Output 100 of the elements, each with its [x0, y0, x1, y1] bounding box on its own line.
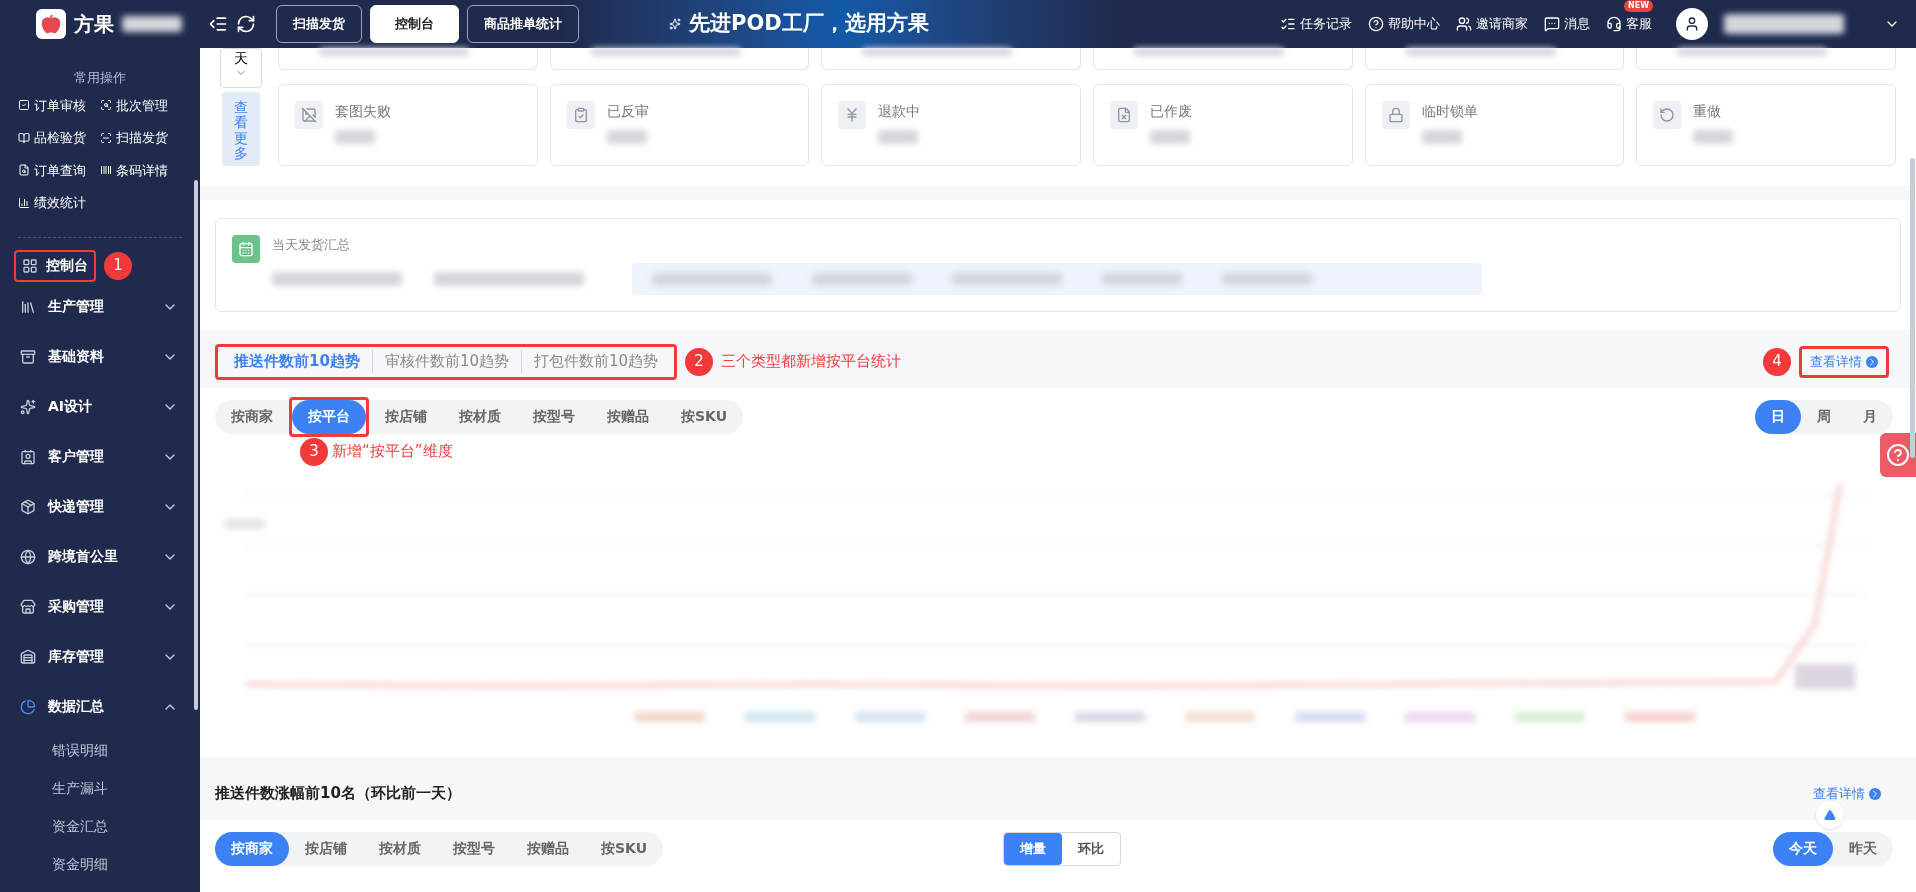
sidebar-item[interactable]: 客户管理 [0, 431, 200, 482]
quick-action[interactable]: 条码详情 [100, 160, 182, 180]
sidebar-item[interactable]: 跨境首公里 [0, 531, 200, 582]
logo-icon [36, 9, 66, 39]
sidebar-item[interactable]: AI设计 [0, 381, 200, 432]
quick-tab[interactable]: 扫描发货 [276, 5, 362, 43]
area-mark [1795, 663, 1855, 689]
header-action[interactable]: 帮助中心 [1368, 14, 1440, 34]
annotation-number: 1 [104, 251, 132, 280]
filter-tab[interactable]: 按商家 [215, 399, 289, 434]
grid-icon [22, 257, 38, 274]
annotation-number: 4 [1763, 347, 1791, 376]
quick-action[interactable]: 订单查询 [18, 160, 100, 180]
header-action[interactable]: 消息 [1544, 14, 1590, 34]
action-icon [100, 164, 112, 177]
status-icon [838, 101, 867, 129]
summary-icon [232, 235, 260, 263]
stat-card[interactable]: 套图失败 [278, 84, 538, 166]
summary-title: 当天发货汇总 [272, 236, 351, 254]
stat-card[interactable]: 重做 [1636, 84, 1896, 166]
quick-action[interactable]: 批次管理 [100, 95, 182, 115]
filter-tab[interactable]: 按材质 [363, 831, 437, 866]
filter-tab[interactable]: 按赠品 [511, 831, 585, 866]
status-icon [566, 101, 595, 129]
sparkle-icon [669, 18, 681, 30]
filter-tab[interactable]: 按SKU [585, 831, 664, 866]
section-title: 常用操作 [73, 69, 127, 87]
filter-tab[interactable]: 按商家 [215, 831, 289, 866]
filter-tab[interactable]: 月 [1847, 399, 1893, 434]
filter-tab[interactable]: 按材质 [443, 399, 517, 434]
quick-tab[interactable]: 商品推单统计 [467, 5, 579, 43]
filter-tab[interactable]: 今天 [1773, 831, 1833, 866]
legend-item [1625, 711, 1695, 722]
filter-tab[interactable]: 周 [1801, 399, 1847, 434]
annotation-number: 3 [300, 437, 328, 466]
quick-action[interactable]: 订单审核 [18, 95, 100, 115]
annotation-note: 三个类型都新增按平台统计 [721, 351, 902, 373]
submenu-item[interactable]: 错误明细 [0, 731, 108, 770]
blurred-value [122, 16, 182, 32]
quick-tab[interactable]: 控制台 [370, 5, 459, 43]
submenu-item[interactable]: 资金汇总 [0, 807, 108, 846]
stat-label: 重做 [1693, 102, 1723, 121]
sidebar-item[interactable]: 快递管理 [0, 481, 200, 532]
menu-icon [208, 14, 228, 34]
sidebar-item[interactable]: 控制台 [14, 249, 96, 282]
scroll-top-button[interactable] [1816, 801, 1844, 829]
submenu-item[interactable]: 生产漏斗 [0, 769, 108, 808]
quick-action[interactable]: 扫描发货 [100, 128, 182, 148]
submenu-item[interactable]: 资金明细 [0, 845, 108, 884]
quick-action[interactable]: 绩效统计 [18, 193, 100, 213]
action-icon [1544, 16, 1560, 32]
filter-tab[interactable]: 按型号 [437, 831, 511, 866]
stat-card[interactable]: 已反审 [549, 84, 810, 166]
action-icon [18, 131, 30, 144]
sidebar-item[interactable]: 生产管理 [0, 281, 200, 332]
stat-label: 退款中 [878, 102, 921, 121]
help-icon [1886, 443, 1910, 467]
filter-tab[interactable]: 昨天 [1833, 831, 1893, 866]
filter-tab[interactable]: 按型号 [517, 399, 591, 434]
quick-action[interactable]: 品检验货 [18, 128, 100, 148]
stat-card[interactable]: 临时锁单 [1364, 84, 1625, 166]
action-icon [18, 196, 30, 209]
stat-card[interactable]: 已作废 [1093, 84, 1353, 166]
sidebar-item[interactable]: 数据汇总 [0, 681, 200, 732]
header-action[interactable]: 任务记录 [1280, 14, 1352, 34]
legend-item [1515, 711, 1585, 722]
status-icon [1653, 101, 1682, 129]
legend-item [965, 711, 1035, 722]
action-icon [100, 131, 112, 144]
sidebar-item[interactable]: 库存管理 [0, 631, 200, 682]
filter-tab[interactable]: 按店铺 [289, 831, 363, 866]
legend-item [1185, 711, 1255, 722]
sidebar-item[interactable]: 采购管理 [0, 581, 200, 632]
stat-label: 已反审 [606, 102, 649, 121]
sidebar-item[interactable]: 基础资料 [0, 331, 200, 382]
help-tab[interactable] [1880, 433, 1916, 477]
action-icon [1368, 16, 1384, 32]
mode-toggle[interactable]: 增量 [1004, 832, 1063, 865]
view-details-link[interactable]: 查看详情 [1813, 783, 1881, 804]
blurred-value [1693, 130, 1734, 144]
filter-tab[interactable]: 按店铺 [369, 399, 443, 434]
filter-tab[interactable]: 按SKU [665, 399, 744, 434]
legend-item [635, 711, 705, 722]
header-action[interactable]: 客服 [1606, 14, 1652, 34]
filter-tab[interactable]: 日 [1755, 399, 1801, 434]
period-select[interactable]: 天 [220, 48, 262, 88]
action-icon [18, 164, 30, 177]
action-icon [100, 99, 112, 112]
mode-toggle[interactable]: 环比 [1062, 832, 1121, 865]
annotation-note: 新增“按平台”维度 [332, 441, 453, 463]
stat-card[interactable]: 退款中 [821, 84, 1081, 166]
action-icon [18, 99, 30, 112]
status-icon [1110, 101, 1138, 129]
up-icon [1824, 809, 1836, 821]
filter-tab[interactable]: 按平台 [292, 399, 366, 434]
header-action[interactable]: 邀请商家 [1456, 14, 1528, 34]
menu-icon [20, 498, 36, 515]
filter-tab[interactable]: 按赠品 [591, 399, 665, 434]
blurred-value [1421, 130, 1462, 144]
view-details-link[interactable]: 查看详情 [1799, 345, 1889, 378]
